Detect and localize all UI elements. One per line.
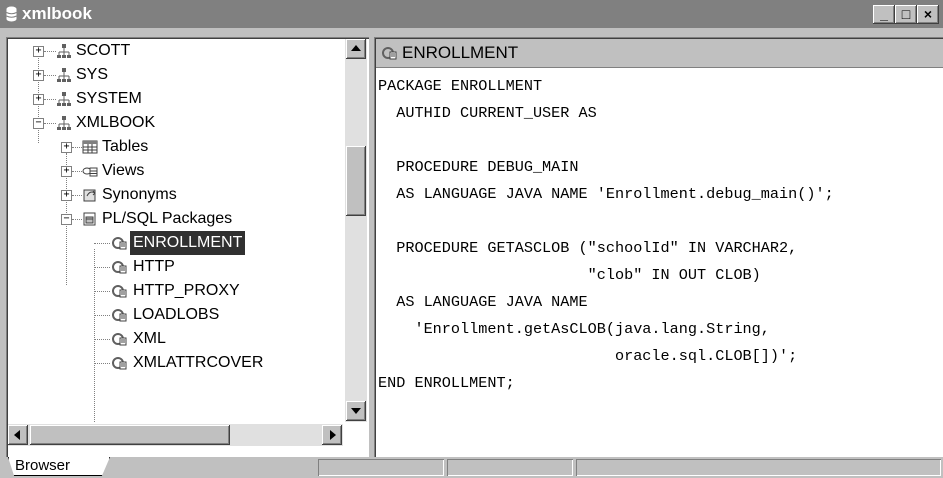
tree-node-label: HTTP_PROXY (133, 282, 240, 299)
view-icon (82, 167, 98, 177)
tree-node-label: SYS (76, 66, 109, 83)
schema-tree[interactable]: + SCOTT + SYS + SYSTEM − XMLBOOK + Table… (8, 39, 343, 422)
status-bar: Browser (0, 457, 943, 478)
minimize-button[interactable]: _ (873, 5, 895, 24)
status-panel (576, 459, 941, 476)
arrow-down-icon (351, 408, 361, 414)
user-schema-icon (57, 44, 71, 58)
arrow-up-icon (351, 45, 361, 51)
tab-browser[interactable]: Browser (8, 457, 110, 476)
tree-node-label: LOADLOBS (133, 306, 220, 323)
tree-node-http-proxy[interactable]: HTTP_PROXY (8, 279, 338, 303)
collapse-button[interactable]: − (33, 118, 44, 129)
user-schema-icon (57, 92, 71, 106)
tree-node-sys[interactable]: + SYS (8, 63, 338, 87)
tree-node-label: XMLATTRCOVER (133, 354, 264, 371)
scroll-thumb[interactable] (346, 146, 366, 216)
synonym-icon (83, 189, 96, 202)
app-window: xmlbook _ □ × + SCOTT + SYS + SYSTEM − X… (0, 0, 943, 478)
expand-button[interactable]: + (33, 46, 44, 57)
user-schema-icon (57, 68, 71, 82)
scroll-up-button[interactable] (346, 39, 366, 59)
tree-node-enrollment[interactable]: ENROLLMENT (8, 231, 338, 255)
tree-node-xmlbook[interactable]: − XMLBOOK (8, 111, 338, 135)
collapse-button[interactable]: − (61, 214, 72, 225)
package-icon (382, 47, 397, 60)
package-icon (112, 237, 127, 250)
close-button[interactable]: × (917, 5, 939, 24)
source-viewer-title: ENROLLMENT (402, 43, 519, 62)
expand-button[interactable]: + (61, 142, 72, 153)
status-panel (447, 459, 573, 476)
tree-node-label: Tables (102, 138, 149, 155)
tree-horizontal-scrollbar[interactable] (8, 424, 343, 446)
package-icon (112, 333, 127, 346)
package-icon (112, 285, 127, 298)
expand-button[interactable]: + (33, 94, 44, 105)
table-icon (82, 140, 98, 154)
source-viewer-pane: ENROLLMENT PACKAGE ENROLLMENT AUTHID CUR… (374, 37, 943, 457)
package-source-code[interactable]: PACKAGE ENROLLMENT AUTHID CURRENT_USER A… (378, 73, 834, 397)
tree-node-xmlattrcover[interactable]: XMLATTRCOVER (8, 351, 338, 375)
tree-node-plsql-packages[interactable]: − PL/SQL Packages (8, 207, 338, 231)
expand-button[interactable]: + (33, 70, 44, 81)
maximize-button[interactable]: □ (895, 5, 917, 24)
expand-button[interactable]: + (61, 166, 72, 177)
expand-button[interactable]: + (61, 190, 72, 201)
tree-node-label: XMLBOOK (76, 114, 156, 131)
tree-vertical-scrollbar[interactable] (345, 39, 367, 422)
tree-node-xml[interactable]: XML (8, 327, 338, 351)
package-icon (112, 309, 127, 322)
schema-browser-pane: + SCOTT + SYS + SYSTEM − XMLBOOK + Table… (6, 37, 369, 457)
tree-node-views[interactable]: + Views (8, 159, 338, 183)
tree-node-label: Synonyms (102, 186, 177, 203)
tree-node-label: SYSTEM (76, 90, 142, 107)
title-bar[interactable]: xmlbook _ □ × (0, 0, 943, 28)
source-viewer-header: ENROLLMENT (376, 39, 943, 68)
tree-node-tables[interactable]: + Tables (8, 135, 338, 159)
scroll-down-button[interactable] (346, 401, 366, 421)
scroll-left-button[interactable] (8, 425, 28, 445)
tree-node-label: PL/SQL Packages (102, 210, 233, 227)
package-folder-icon (83, 212, 96, 226)
user-schema-icon (57, 116, 71, 130)
tree-node-label: SCOTT (76, 42, 131, 59)
tree-node-label-selected: ENROLLMENT (130, 231, 246, 255)
scroll-thumb[interactable] (30, 425, 230, 445)
tree-node-system[interactable]: + SYSTEM (8, 87, 338, 111)
tree-node-synonyms[interactable]: + Synonyms (8, 183, 338, 207)
tree-node-label: Views (102, 162, 145, 179)
arrow-left-icon (14, 430, 20, 440)
tree-node-label: XML (133, 330, 166, 347)
scroll-right-button[interactable] (322, 425, 342, 445)
package-icon (112, 261, 127, 274)
arrow-right-icon (330, 430, 336, 440)
package-icon (112, 357, 127, 370)
tree-node-loadlobs[interactable]: LOADLOBS (8, 303, 338, 327)
tree-node-http[interactable]: HTTP (8, 255, 338, 279)
window-title: xmlbook (22, 4, 92, 23)
tree-node-scott[interactable]: + SCOTT (8, 39, 338, 63)
status-panel (318, 459, 444, 476)
tree-node-label: HTTP (133, 258, 175, 275)
database-icon (6, 6, 17, 22)
